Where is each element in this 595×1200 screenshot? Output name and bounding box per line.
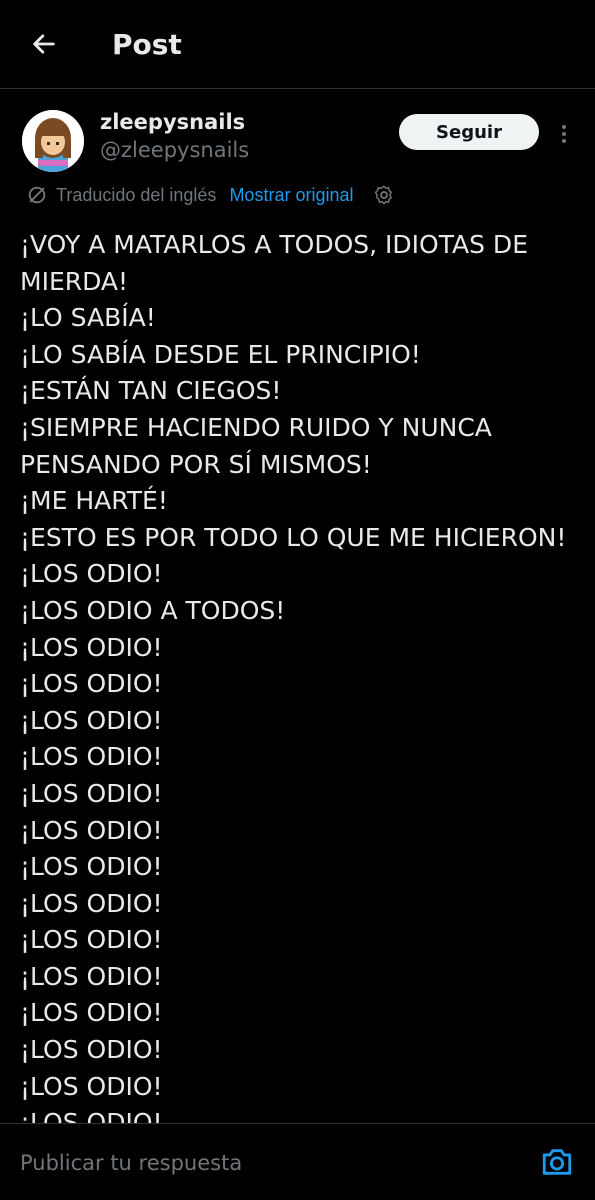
post-line: ¡LOS ODIO! [20, 559, 163, 589]
post-line: ¡LOS ODIO! [20, 998, 163, 1028]
post-line: ¡LOS ODIO A TODOS! [20, 595, 286, 625]
post-line: ¡LO SABÍA DESDE EL PRINCIPIO! [20, 339, 421, 369]
post-line: ¡LOS ODIO! [20, 888, 163, 918]
show-original-link[interactable]: Mostrar original [229, 185, 353, 206]
post-author: zleepysnails @zleepysnails Seguir [18, 104, 578, 174]
translate-icon [28, 186, 46, 204]
post-line: ¡LOS ODIO! [20, 961, 163, 991]
back-button[interactable] [20, 20, 68, 68]
post-line: ¡ESTÁN TAN CIEGOS! [20, 376, 282, 406]
translated-label: Traducido del inglés [56, 184, 217, 205]
post-line: ¡LOS ODIO! [20, 1071, 163, 1101]
arrow-left-icon [33, 34, 55, 54]
post-line: ¡LOS ODIO! [20, 1035, 163, 1065]
follow-button[interactable]: Seguir [399, 114, 539, 150]
top-bar: Post [0, 0, 595, 88]
avatar[interactable] [22, 110, 84, 172]
post-line: ¡LOS ODIO! [20, 632, 163, 662]
post-line: ¡ME HARTÉ! [20, 486, 168, 516]
post-line: ¡LOS ODIO! [20, 852, 163, 882]
more-vertical-icon[interactable] [554, 116, 574, 152]
post-line: ¡LOS ODIO! [20, 669, 163, 699]
author-handle[interactable]: @zleepysnails [100, 138, 249, 162]
post-line: ¡LOS ODIO! [20, 742, 163, 772]
camera-icon[interactable] [540, 1146, 574, 1183]
author-name[interactable]: zleepysnails [100, 110, 245, 134]
post-line: ¡LOS ODIO! [20, 705, 163, 735]
post-line: ¡LOS ODIO! [20, 1108, 163, 1123]
post-line: ¡LOS ODIO! [20, 815, 163, 845]
page-title: Post [112, 27, 182, 61]
header-divider [0, 88, 595, 89]
reply-input[interactable] [18, 1144, 522, 1182]
post-line: ¡LOS ODIO! [20, 925, 163, 955]
post-line: ¡LO SABÍA! [20, 303, 156, 333]
translation-bar: Traducido del inglés Mostrar original [26, 180, 395, 210]
post-line: ¡SIEMPRE HACIENDO RUIDO Y NUNCA PENSANDO… [20, 412, 492, 479]
post-text: ¡VOY A MATARLOS A TODOS, IDIOTAS DE MIER… [20, 227, 580, 1123]
post-line: ¡VOY A MATARLOS A TODOS, IDIOTAS DE MIER… [20, 230, 528, 296]
reply-bar [0, 1124, 595, 1200]
avatar-image [22, 110, 84, 172]
gear-icon[interactable] [373, 184, 395, 206]
post-line: ¡LOS ODIO! [20, 778, 163, 808]
post-line: ¡ESTO ES POR TODO LO QUE ME HICIERON! [20, 522, 567, 552]
